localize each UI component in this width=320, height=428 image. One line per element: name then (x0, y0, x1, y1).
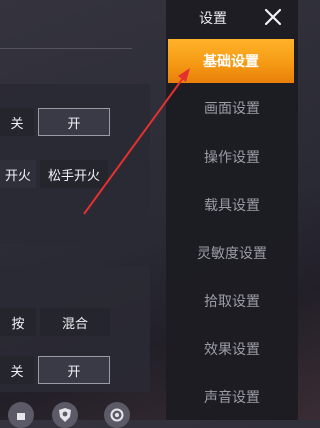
toggle-off-button[interactable]: 关 (0, 356, 34, 384)
nav-item-vehicle[interactable]: 载具设置 (166, 185, 298, 225)
sidebar-title: 设置 (199, 11, 227, 27)
nav-item-graphics[interactable]: 画面设置 (166, 88, 298, 128)
nav-item-sound[interactable]: 声音设置 (166, 377, 298, 417)
nav-item-effects[interactable]: 效果设置 (166, 329, 298, 369)
nav-item-basic[interactable]: 基础设置 (168, 39, 294, 83)
close-icon (264, 8, 282, 26)
mixed-mode-button[interactable]: 混合 (40, 308, 110, 336)
top-divider (0, 48, 132, 49)
toggle-off-button[interactable]: 关 (0, 108, 34, 136)
settings-group-lower: 按 混合 关 开 (0, 266, 150, 392)
nav-item-controls[interactable]: 操作设置 (166, 137, 298, 177)
nav-item-pickup[interactable]: 拾取设置 (166, 281, 298, 321)
settings-icon[interactable] (104, 402, 130, 428)
profile-icon[interactable] (8, 402, 34, 428)
release-fire-button[interactable]: 松手开火 (40, 160, 108, 188)
shield-icon[interactable] (52, 402, 78, 428)
press-mode-button[interactable]: 按 (0, 308, 36, 336)
settings-group-upper: 关 开 开火 松手开火 (0, 84, 150, 244)
close-button[interactable] (258, 2, 288, 32)
toggle-on-button[interactable]: 开 (38, 356, 110, 384)
nav-item-sensitivity[interactable]: 灵敏度设置 (166, 233, 298, 273)
fire-mode-button[interactable]: 开火 (0, 160, 36, 188)
toggle-on-button[interactable]: 开 (38, 108, 110, 136)
